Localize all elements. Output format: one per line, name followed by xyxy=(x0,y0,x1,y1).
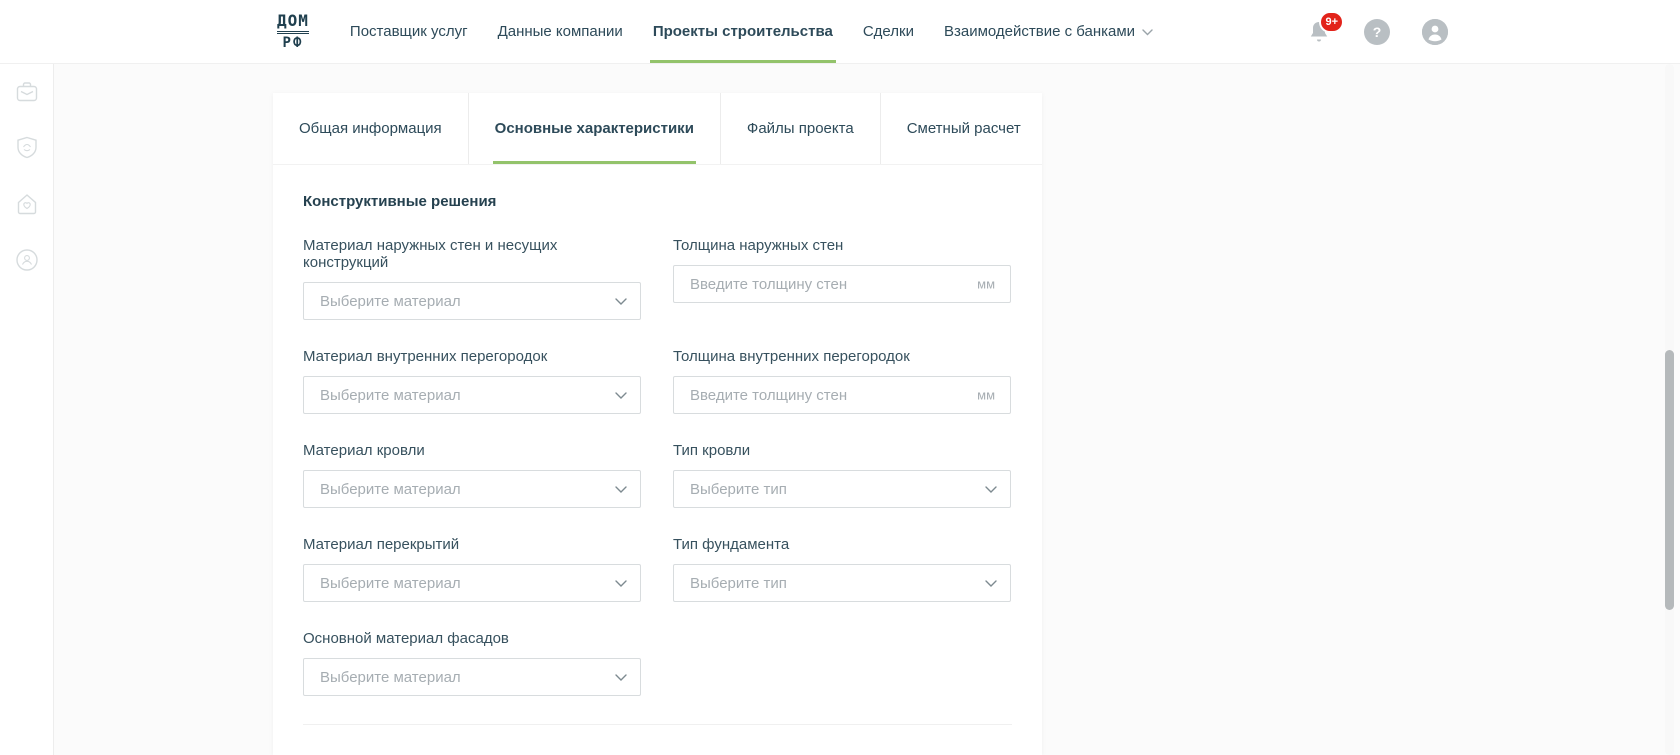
notifications-bell-icon[interactable]: 9+ xyxy=(1306,19,1332,45)
tab-general-info[interactable]: Общая информация xyxy=(273,93,468,164)
nav-item-label: Сделки xyxy=(863,23,914,40)
briefcase-icon[interactable] xyxy=(13,78,41,106)
logo-text-bottom: РФ xyxy=(277,34,309,50)
field-roof-type: Тип кровли Выберите тип xyxy=(673,442,1011,508)
person-circle-icon[interactable] xyxy=(13,246,41,274)
main-nav: Поставщик услуг Данные компании Проекты … xyxy=(335,0,1168,63)
nav-item-company-data[interactable]: Данные компании xyxy=(483,0,638,63)
nav-item-bank-interaction[interactable]: Взаимодействие с банками xyxy=(929,0,1168,63)
tab-project-files[interactable]: Файлы проекта xyxy=(720,93,880,164)
shield-icon[interactable] xyxy=(13,134,41,162)
field-roof-material: Материал кровли Выберите материал xyxy=(303,442,641,508)
help-icon[interactable]: ? xyxy=(1364,19,1390,45)
section-title: Конструктивные решения xyxy=(303,193,1012,210)
form-row: Основной материал фасадов Выберите матер… xyxy=(303,630,1012,696)
select-placeholder: Выберите материал xyxy=(320,575,461,592)
field-facade-material: Основной материал фасадов Выберите матер… xyxy=(303,630,641,696)
nav-item-label: Проекты строительства xyxy=(653,23,833,40)
select-placeholder: Выберите материал xyxy=(320,293,461,310)
page-scrollbar-thumb[interactable] xyxy=(1665,350,1674,610)
field-label: Материал перекрытий xyxy=(303,536,641,553)
nav-item-construction-projects[interactable]: Проекты строительства xyxy=(638,0,848,63)
tab-content: Конструктивные решения Материал наружных… xyxy=(273,165,1042,725)
project-characteristics-card: Общая информация Основные характеристики… xyxy=(273,93,1042,755)
form-row: Материал кровли Выберите материал Тип кр… xyxy=(303,442,1012,508)
inner-partitions-thickness-input[interactable] xyxy=(673,376,1011,414)
facade-material-select[interactable]: Выберите материал xyxy=(303,658,641,696)
field-foundation-type: Тип фундамента Выберите тип xyxy=(673,536,1011,602)
field-floors-material: Материал перекрытий Выберите материал xyxy=(303,536,641,602)
form-row: Материал наружных стен и несущих констру… xyxy=(303,237,1012,320)
floors-material-select[interactable]: Выберите материал xyxy=(303,564,641,602)
form-row: Материал перекрытий Выберите материал Ти… xyxy=(303,536,1012,602)
field-label: Материал кровли xyxy=(303,442,641,459)
left-icon-rail xyxy=(0,64,54,755)
field-label: Материал внутренних перегородок xyxy=(303,348,641,365)
select-placeholder: Выберите материал xyxy=(320,481,461,498)
foundation-type-select[interactable]: Выберите тип xyxy=(673,564,1011,602)
notification-count-badge: 9+ xyxy=(1319,11,1344,33)
nav-item-label: Данные компании xyxy=(498,23,623,40)
nav-item-label: Поставщик услуг xyxy=(350,23,468,40)
house-heart-icon[interactable] xyxy=(13,190,41,218)
field-label: Тип кровли xyxy=(673,442,1011,459)
field-label: Толщина внутренних перегородок xyxy=(673,348,1011,365)
tab-label: Файлы проекта xyxy=(747,120,854,137)
user-avatar[interactable] xyxy=(1422,19,1448,45)
nav-item-label: Взаимодействие с банками xyxy=(944,23,1135,40)
select-placeholder: Выберите тип xyxy=(690,575,787,592)
select-placeholder: Выберите материал xyxy=(320,387,461,404)
field-label: Тип фундамента xyxy=(673,536,1011,553)
header-icons: 9+ ? xyxy=(1306,0,1448,64)
top-header: ДОМ РФ Поставщик услуг Данные компании П… xyxy=(0,0,1680,64)
tab-label: Общая информация xyxy=(299,120,442,137)
field-outer-walls-material: Материал наружных стен и несущих констру… xyxy=(303,237,641,320)
tab-main-characteristics[interactable]: Основные характеристики xyxy=(468,93,720,164)
outer-walls-material-select[interactable]: Выберите материал xyxy=(303,282,641,320)
nav-item-service-provider[interactable]: Поставщик услуг xyxy=(335,0,483,63)
tab-estimate-calculation[interactable]: Сметный расчет xyxy=(880,93,1042,164)
section-divider xyxy=(303,724,1012,725)
field-label: Материал наружных стен и несущих констру… xyxy=(303,237,641,271)
chevron-down-icon xyxy=(1142,23,1153,40)
field-inner-partitions-material: Материал внутренних перегородок Выберите… xyxy=(303,348,641,414)
outer-walls-thickness-input[interactable] xyxy=(673,265,1011,303)
inner-partitions-material-select[interactable]: Выберите материал xyxy=(303,376,641,414)
field-outer-walls-thickness: Толщина наружных стен мм xyxy=(673,237,1011,320)
field-label: Основной материал фасадов xyxy=(303,630,641,647)
field-inner-partitions-thickness: Толщина внутренних перегородок мм xyxy=(673,348,1011,414)
project-tabs: Общая информация Основные характеристики… xyxy=(273,93,1042,165)
form-row: Материал внутренних перегородок Выберите… xyxy=(303,348,1012,414)
logo-text-top: ДОМ xyxy=(277,13,309,34)
roof-material-select[interactable]: Выберите материал xyxy=(303,470,641,508)
field-label: Толщина наружных стен xyxy=(673,237,1011,254)
nav-item-deals[interactable]: Сделки xyxy=(848,0,929,63)
tab-label: Сметный расчет xyxy=(907,120,1021,137)
domrf-logo[interactable]: ДОМ РФ xyxy=(277,13,309,50)
select-placeholder: Выберите материал xyxy=(320,669,461,686)
help-glyph: ? xyxy=(1364,19,1390,45)
roof-type-select[interactable]: Выберите тип xyxy=(673,470,1011,508)
select-placeholder: Выберите тип xyxy=(690,481,787,498)
tab-label: Основные характеристики xyxy=(495,120,694,137)
